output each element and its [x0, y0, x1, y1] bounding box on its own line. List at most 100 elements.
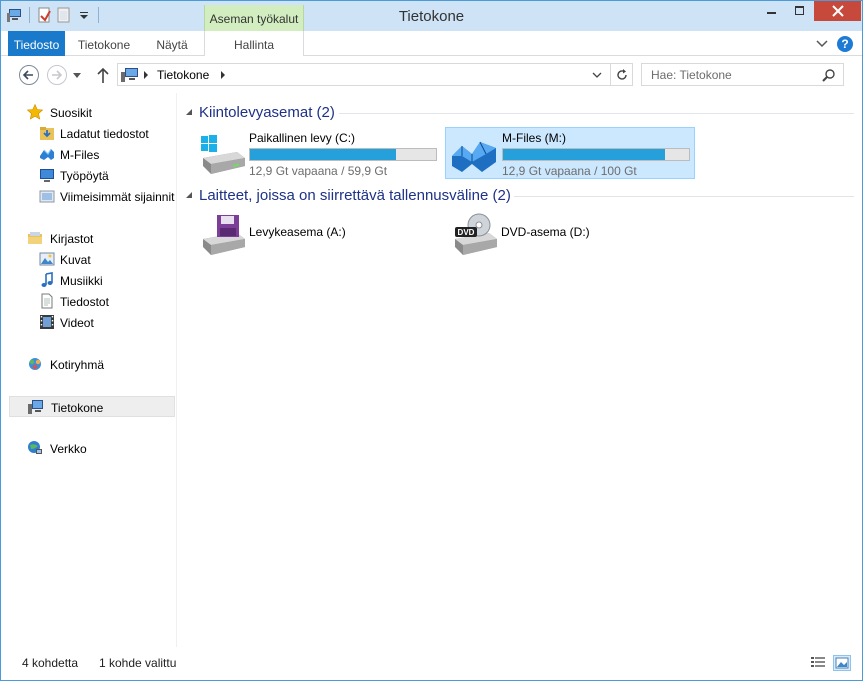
computer-icon: [121, 68, 138, 82]
sidebar-item-recent-places[interactable]: Viimeisimmät sijainnit: [9, 186, 175, 207]
homegroup-icon: [29, 358, 41, 370]
videos-icon: [40, 315, 54, 329]
explorer-window: Aseman työkalut Tietokone Tiedosto Tieto…: [0, 0, 863, 681]
device-name: DVD-asema (D:): [501, 225, 590, 239]
chevron-right-icon[interactable]: [143, 70, 149, 80]
desktop-icon: [40, 169, 54, 182]
collapse-group-icon[interactable]: [185, 108, 193, 116]
chevron-down-icon[interactable]: [592, 70, 602, 80]
sidebar-item-label: Musiikki: [60, 274, 103, 288]
maximize-button[interactable]: [787, 1, 813, 21]
group-divider: [339, 113, 854, 114]
drive-name: M-Files (M:): [502, 131, 566, 145]
sidebar-item-m-files[interactable]: M-Files: [9, 144, 175, 165]
sidebar-item-homegroup[interactable]: Kotiryhmä: [9, 354, 175, 375]
drive-free-space: 12,9 Gt vapaana / 59,9 Gt: [249, 164, 388, 178]
tab-file[interactable]: Tiedosto: [8, 31, 65, 56]
sidebar-item-label: Tiedostot: [60, 295, 109, 309]
network-icon: [28, 441, 42, 454]
group-header-removable[interactable]: Laitteet, joissa on siirrettävä tallennu…: [199, 187, 511, 207]
drive-usage-bar: [249, 148, 437, 161]
drive-tile-c[interactable]: Paikallinen levy (C:) 12,9 Gt vapaana / …: [193, 128, 443, 180]
downloads-folder-icon: [40, 127, 54, 140]
help-icon[interactable]: ?: [837, 36, 853, 52]
sidebar-item-favorites[interactable]: Suosikit: [9, 102, 175, 123]
m-files-drive-icon: [452, 141, 496, 172]
m-files-icon: [40, 148, 54, 160]
details-view-button[interactable]: [810, 655, 828, 671]
status-bar: 4 kohdetta 1 kohde valittu: [1, 647, 862, 680]
sidebar-item-documents[interactable]: Tiedostot: [9, 291, 175, 312]
tab-view[interactable]: Näytä: [147, 31, 197, 56]
dvd-badge: DVD: [458, 228, 475, 237]
windows-drive-icon: [201, 135, 245, 174]
libraries-icon: [28, 232, 42, 244]
sidebar-item-label: Viimeisimmät sijainnit: [60, 190, 175, 204]
refresh-icon: [616, 68, 627, 80]
sidebar-item-label: Verkko: [50, 442, 87, 456]
sidebar-item-network[interactable]: Verkko: [9, 438, 175, 459]
computer-icon: [28, 400, 43, 414]
arrow-up-icon[interactable]: [96, 66, 110, 84]
breadcrumb-computer[interactable]: Tietokone: [157, 68, 209, 82]
sidebar-item-label: Videot: [60, 316, 94, 330]
ribbon-tabs: Tiedosto Tietokone Näytä Hallinta: [1, 31, 862, 56]
arrow-right-icon: [52, 70, 63, 80]
device-tile-floppy[interactable]: Levykeasema (A:): [193, 209, 443, 261]
back-button[interactable]: [19, 65, 39, 85]
drive-usage-fill: [250, 149, 396, 160]
content-pane: Kiintolevyasemat (2) Paikallinen levy (C…: [177, 93, 862, 647]
sidebar-item-label: M-Files: [60, 148, 100, 162]
sidebar-item-label: Ladatut tiedostot: [60, 127, 149, 141]
search-icon[interactable]: [822, 68, 836, 82]
navigation-bar: Tietokone: [1, 57, 862, 93]
drive-tile-m[interactable]: M-Files (M:) 12,9 Gt vapaana / 100 Gt: [445, 127, 695, 179]
star-icon: [27, 104, 43, 120]
sidebar-item-label: Kotiryhmä: [50, 358, 105, 372]
recent-locations-icon[interactable]: [73, 71, 81, 79]
tab-computer[interactable]: Tietokone: [71, 31, 137, 56]
address-bar[interactable]: Tietokone: [117, 63, 633, 86]
floppy-drive-icon: [203, 215, 245, 255]
drive-usage-bar: [502, 148, 690, 161]
minimize-icon: [767, 12, 776, 14]
pictures-icon: [39, 252, 55, 266]
sidebar-item-pictures[interactable]: Kuvat: [9, 249, 175, 270]
forward-button[interactable]: [47, 65, 67, 85]
sidebar-item-downloads[interactable]: Ladatut tiedostot: [9, 123, 175, 144]
expand-ribbon-icon[interactable]: [815, 37, 829, 51]
large-icons-view-button[interactable]: [833, 655, 851, 671]
collapse-group-icon[interactable]: [185, 191, 193, 199]
title-bar: Aseman työkalut Tietokone: [1, 1, 862, 33]
arrow-left-icon: [22, 70, 33, 80]
large-icons-view-icon: [835, 657, 849, 669]
documents-icon: [41, 293, 53, 309]
minimize-button[interactable]: [757, 1, 787, 21]
search-box[interactable]: [641, 63, 844, 86]
refresh-button[interactable]: [610, 64, 632, 85]
sidebar-item-computer[interactable]: Tietokone: [9, 396, 175, 417]
dvd-drive-icon: DVD: [455, 213, 497, 255]
sidebar-item-music[interactable]: Musiikki: [9, 270, 175, 291]
drive-usage-fill: [503, 149, 665, 160]
sidebar-item-label: Tietokone: [51, 401, 104, 415]
device-name: Levykeasema (A:): [249, 225, 346, 239]
recent-places-icon: [39, 190, 55, 203]
search-input[interactable]: [642, 64, 817, 85]
device-tile-dvd[interactable]: DVD DVD-asema (D:): [445, 209, 695, 261]
drive-free-space: 12,9 Gt vapaana / 100 Gt: [502, 164, 637, 178]
tab-manage[interactable]: Hallinta: [204, 31, 304, 56]
drive-name: Paikallinen levy (C:): [249, 131, 356, 145]
sidebar-item-label: Suosikit: [50, 106, 93, 120]
music-icon: [41, 272, 53, 287]
sidebar-item-videos[interactable]: Videot: [9, 312, 175, 333]
sidebar-item-libraries[interactable]: Kirjastot: [9, 228, 175, 249]
sidebar-item-desktop[interactable]: Työpöytä: [9, 165, 175, 186]
sidebar-item-label: Kuvat: [60, 253, 91, 267]
chevron-right-icon[interactable]: [220, 70, 226, 80]
group-header-hard-drives[interactable]: Kiintolevyasemat (2): [199, 104, 335, 124]
item-count: 4 kohdetta: [22, 656, 79, 670]
window-title: Tietokone: [398, 8, 465, 25]
details-view-icon: [811, 657, 825, 667]
close-button[interactable]: [814, 1, 861, 21]
